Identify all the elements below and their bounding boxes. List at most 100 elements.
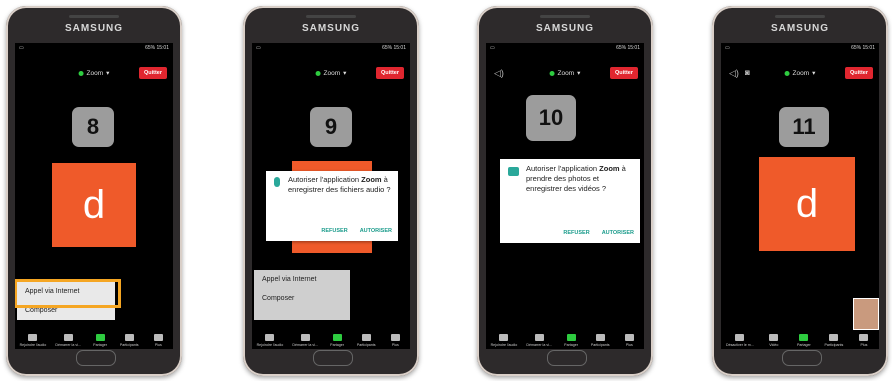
screen: ▭ 65% 15:01 ◁) Zoom ▾ Quitter 10 Autoriser… — [486, 43, 644, 349]
earpiece — [306, 15, 356, 18]
video-button[interactable]: Vidéo — [764, 334, 784, 347]
share-icon — [566, 334, 576, 341]
more-icon — [859, 334, 869, 341]
secure-dot-icon — [549, 70, 555, 76]
more-button[interactable]: Plus — [148, 334, 168, 347]
start-video-label: Démarrer la vi... — [292, 343, 318, 347]
participants-icon — [124, 334, 134, 341]
microphone-icon — [274, 177, 280, 187]
phone-step-11: SAMSUNG ▭ 65% 15:01 ◁) ◙ Zoom ▾ Quitter 11… — [712, 6, 888, 376]
zoom-menu[interactable]: Zoom ▾ — [784, 69, 815, 77]
menu-item-internet-call[interactable]: Appel via Internet — [254, 270, 350, 289]
microphone-icon — [735, 334, 745, 341]
status-time: 65% 15:01 — [382, 45, 406, 51]
status-time: 65% 15:01 — [145, 45, 169, 51]
more-label: Plus — [625, 343, 633, 347]
quit-button[interactable]: Quitter — [844, 67, 873, 79]
join-audio-button[interactable]: Rejoindre l'audio — [256, 334, 284, 347]
participants-label: Participants — [824, 343, 844, 347]
allow-button[interactable]: AUTORISER — [360, 226, 392, 236]
share-label: Partager — [564, 343, 578, 347]
more-button[interactable]: Plus — [385, 334, 405, 347]
more-label: Plus — [154, 343, 162, 347]
join-audio-label: Rejoindre l'audio — [256, 343, 284, 347]
phone-step-9: SAMSUNG ▭ 65% 15:01 Zoom ▾ Quitter 9 Autor… — [243, 6, 419, 376]
share-button[interactable]: Partager — [794, 334, 814, 347]
participants-icon — [595, 334, 605, 341]
participants-icon — [361, 334, 371, 341]
video-off-icon — [300, 334, 310, 341]
home-button[interactable] — [782, 350, 822, 366]
home-button[interactable] — [547, 350, 587, 366]
camera-icon — [508, 167, 519, 176]
share-button[interactable]: Partager — [327, 334, 347, 347]
quit-button[interactable]: Quitter — [609, 67, 638, 79]
dialog-text-line1: Autoriser l'application — [288, 175, 360, 184]
more-label: Plus — [391, 343, 399, 347]
mute-button[interactable]: Désactiver le m... — [726, 334, 754, 347]
permission-dialog-audio: Autoriser l'application Zoom à enregistr… — [266, 171, 398, 241]
earpiece — [775, 15, 825, 18]
allow-button[interactable]: AUTORISER — [602, 228, 634, 238]
deny-button[interactable]: REFUSER — [321, 226, 347, 236]
quit-button[interactable]: Quitter — [375, 67, 404, 79]
status-bar: ▭ 65% 15:01 — [486, 43, 644, 53]
meeting-topbar: Zoom ▾ Quitter — [252, 66, 410, 82]
notification-icon: ▭ — [256, 45, 261, 51]
zoom-menu[interactable]: Zoom ▾ — [549, 69, 581, 77]
audio-menu: Appel via Internet Composer — [254, 270, 350, 320]
start-video-button[interactable]: Démarrer la vi... — [526, 334, 552, 347]
home-button[interactable] — [76, 350, 116, 366]
quit-button[interactable]: Quitter — [138, 67, 167, 79]
status-time: 65% 15:01 — [616, 45, 640, 51]
switch-camera-icon[interactable]: ◙ — [745, 68, 750, 77]
meeting-topbar: ◁) ◙ Zoom ▾ Quitter — [721, 66, 879, 82]
toolbar: Rejoindre l'audio Démarrer la vi... Part… — [15, 325, 173, 349]
join-audio-label: Rejoindre l'audio — [490, 343, 518, 347]
more-button[interactable]: Plus — [854, 334, 874, 347]
home-button[interactable] — [313, 350, 353, 366]
participants-button[interactable]: Participants — [119, 334, 139, 347]
more-button[interactable]: Plus — [619, 334, 639, 347]
participants-button[interactable]: Participants — [824, 334, 844, 347]
step-number: 9 — [310, 107, 352, 147]
video-tile: d — [759, 157, 855, 251]
toolbar: Rejoindre l'audio Démarrer la vi... Part… — [486, 325, 644, 349]
menu-item-dial[interactable]: Composer — [254, 289, 350, 308]
zoom-menu[interactable]: Zoom ▾ — [315, 69, 346, 77]
chevron-down-icon: ▾ — [577, 70, 581, 77]
mute-button[interactable]: Rejoindre l'audio — [490, 334, 518, 347]
notification-icon: ▭ — [19, 45, 24, 51]
step-number: 8 — [72, 107, 114, 147]
zoom-menu[interactable]: Zoom ▾ — [78, 69, 110, 77]
brand-logo: SAMSUNG — [770, 23, 830, 34]
share-label: Partager — [330, 343, 344, 347]
chevron-down-icon: ▾ — [106, 70, 110, 77]
share-button[interactable]: Partager — [90, 334, 110, 347]
meeting-topbar: Zoom ▾ Quitter — [15, 66, 173, 82]
start-video-button[interactable]: Démarrer la vi... — [55, 334, 81, 347]
participants-button[interactable]: Participants — [590, 334, 610, 347]
video-off-icon — [534, 334, 544, 341]
earpiece — [540, 15, 590, 18]
start-video-button[interactable]: Démarrer la vi... — [292, 334, 318, 347]
meeting-topbar: ◁) Zoom ▾ Quitter — [486, 66, 644, 82]
join-audio-label: Rejoindre l'audio — [19, 343, 47, 347]
video-tile: d — [52, 163, 136, 247]
deny-button[interactable]: REFUSER — [563, 228, 589, 238]
participants-button[interactable]: Participants — [356, 334, 376, 347]
start-video-label: Démarrer la vi... — [55, 343, 81, 347]
speaker-icon[interactable]: ◁) — [494, 68, 508, 78]
zoom-label: Zoom — [792, 69, 810, 77]
screen: ▭ 65% 15:01 Zoom ▾ Quitter 9 Autoriser l'a… — [252, 43, 410, 349]
status-bar: ▭ 65% 15:01 — [721, 43, 879, 53]
phone-step-10: SAMSUNG ▭ 65% 15:01 ◁) Zoom ▾ Quitter 10 A… — [477, 6, 653, 376]
dialog-app-name: Zoom — [599, 164, 620, 173]
headphones-icon — [28, 334, 38, 341]
join-audio-button[interactable]: Rejoindre l'audio — [19, 334, 47, 347]
more-icon — [390, 334, 400, 341]
brand-logo: SAMSUNG — [301, 23, 361, 34]
speaker-icon[interactable]: ◁) — [729, 68, 743, 78]
brand-logo: SAMSUNG — [535, 23, 595, 34]
share-button[interactable]: Partager — [561, 334, 581, 347]
